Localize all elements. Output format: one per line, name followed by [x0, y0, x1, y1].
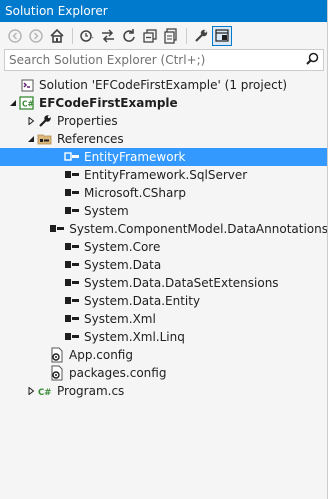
home-icon[interactable]	[47, 26, 67, 46]
wrench-icon	[37, 113, 53, 129]
file-label: App.config	[69, 348, 133, 362]
solution-label: Solution 'EFCodeFirstExample' (1 project…	[39, 78, 288, 92]
csharp-project-icon: C#	[19, 95, 35, 111]
solution-tree: Solution 'EFCodeFirstExample' (1 project…	[0, 76, 328, 499]
assembly-icon	[64, 167, 80, 183]
assembly-icon	[64, 239, 80, 255]
reference-label: System.Data.Entity	[84, 294, 201, 308]
tree-item-file[interactable]: C# Program.cs	[0, 382, 328, 400]
references-label: References	[57, 132, 124, 146]
search-box[interactable]: Search Solution Explorer (Ctrl+;)	[4, 49, 324, 71]
reference-item[interactable]: System.Data	[0, 256, 328, 274]
reference-item[interactable]: Microsoft.CSharp	[0, 184, 328, 202]
expanded-arrow-icon[interactable]	[7, 97, 19, 109]
assembly-icon	[64, 293, 80, 309]
assembly-icon	[64, 149, 80, 165]
tree-item-file[interactable]: App.config	[0, 346, 328, 364]
assembly-icon	[49, 221, 65, 237]
reference-label: EntityFramework.SqlServer	[84, 168, 248, 182]
title-bar: Solution Explorer	[0, 0, 328, 22]
reference-item[interactable]: EntityFramework.SqlServer	[0, 166, 328, 184]
assembly-icon	[64, 185, 80, 201]
file-label: packages.config	[69, 366, 167, 380]
assembly-icon	[64, 275, 80, 291]
reference-label: System.Xml.Linq	[84, 330, 185, 344]
assembly-icon	[64, 257, 80, 273]
tree-item-references[interactable]: References	[0, 130, 328, 148]
solution-icon	[19, 77, 35, 93]
file-label: Program.cs	[57, 384, 125, 398]
project-label: EFCodeFirstExample	[39, 96, 178, 110]
reference-label: System.Core	[84, 240, 161, 254]
reference-item[interactable]: System.Data.DataSetExtensions	[0, 274, 328, 292]
toolbar	[0, 22, 328, 49]
properties-icon[interactable]	[191, 26, 211, 46]
assembly-icon	[64, 311, 80, 327]
search-icon[interactable]	[306, 52, 319, 68]
assembly-icon	[64, 203, 80, 219]
properties-label: Properties	[57, 114, 118, 128]
reference-label: System.Data.DataSetExtensions	[84, 276, 279, 290]
config-file-icon	[49, 365, 65, 381]
search-placeholder: Search Solution Explorer (Ctrl+;)	[9, 53, 206, 67]
tree-item-project[interactable]: C# EFCodeFirstExample	[0, 94, 328, 112]
expanded-arrow-icon[interactable]	[25, 133, 37, 145]
assembly-icon	[64, 329, 80, 345]
toolbar-separator	[72, 27, 73, 44]
reference-item[interactable]: System.Core	[0, 238, 328, 256]
reference-label: System.Data	[84, 258, 162, 272]
reference-label: System.ComponentModel.DataAnnotations	[69, 222, 328, 236]
forward-icon[interactable]	[26, 26, 46, 46]
svg-text:C#: C#	[22, 100, 34, 109]
reference-item[interactable]: System.Xml	[0, 310, 328, 328]
collapsed-arrow-icon[interactable]	[25, 115, 37, 127]
reference-item[interactable]: System.ComponentModel.DataAnnotations	[0, 220, 328, 238]
svg-text:C#: C#	[38, 388, 51, 398]
reference-label: System	[84, 204, 129, 218]
tree-item-solution[interactable]: Solution 'EFCodeFirstExample' (1 project…	[0, 76, 328, 94]
collapsed-arrow-icon[interactable]	[25, 385, 37, 397]
history-icon[interactable]	[77, 26, 97, 46]
refresh-icon[interactable]	[119, 26, 139, 46]
reference-label: System.Xml	[84, 312, 156, 326]
tree-item-properties[interactable]: Properties	[0, 112, 328, 130]
reference-item[interactable]: System.Xml.Linq	[0, 328, 328, 346]
config-file-icon	[49, 347, 65, 363]
collapse-all-icon[interactable]	[140, 26, 160, 46]
tree-item-file[interactable]: packages.config	[0, 364, 328, 382]
window-title: Solution Explorer	[5, 4, 108, 18]
references-folder-icon	[37, 131, 53, 147]
toolbar-separator	[186, 27, 187, 44]
csharp-file-icon: C#	[37, 383, 53, 399]
reference-item[interactable]: EntityFramework	[0, 148, 328, 166]
sync-icon[interactable]	[98, 26, 118, 46]
preview-icon[interactable]	[212, 25, 232, 46]
reference-label: EntityFramework	[84, 150, 186, 164]
back-icon[interactable]	[5, 26, 25, 46]
show-files-icon[interactable]	[161, 26, 181, 46]
reference-item[interactable]: System.Data.Entity	[0, 292, 328, 310]
reference-label: Microsoft.CSharp	[84, 186, 186, 200]
reference-item[interactable]: System	[0, 202, 328, 220]
